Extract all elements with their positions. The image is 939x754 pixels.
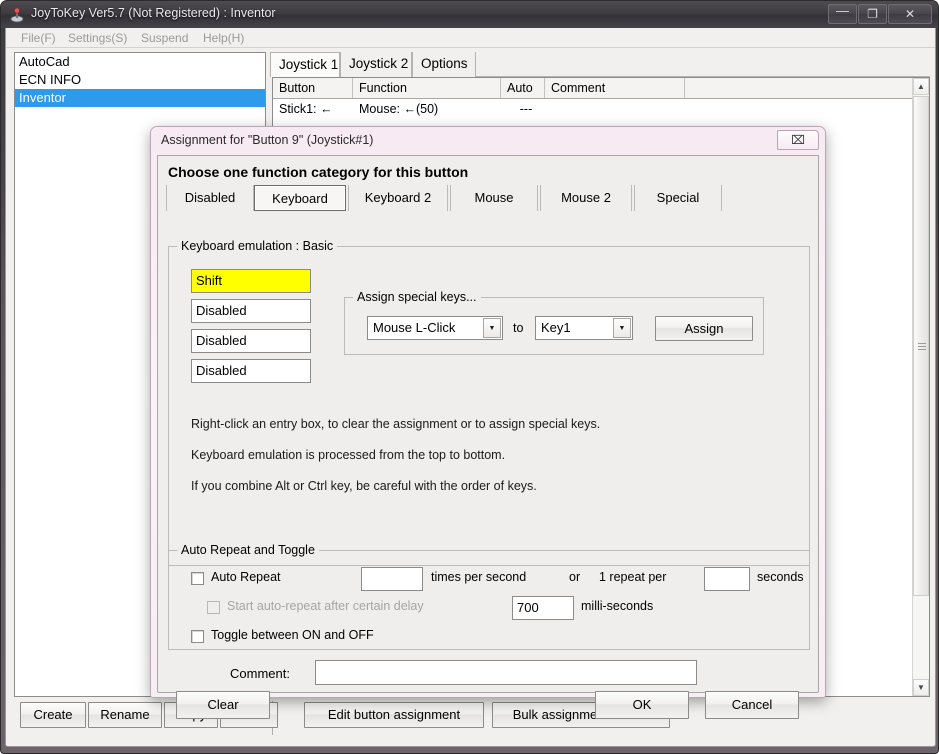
clear-button[interactable]: Clear: [176, 691, 270, 719]
grid-header-blank[interactable]: [685, 78, 913, 98]
minimize-button[interactable]: —: [828, 3, 857, 24]
auto-repeat-rate-input[interactable]: [361, 567, 423, 591]
tab-joystick-1[interactable]: Joystick 1: [270, 52, 340, 77]
keyboard-emulation-group: Keyboard emulation : Basic Shift Disabled…: [168, 239, 810, 566]
milli-seconds-label: milli-seconds: [581, 599, 654, 613]
joystick-tab-strip: Joystick 1 Joystick 2 Options: [270, 52, 930, 77]
close-button[interactable]: ✕: [888, 4, 932, 24]
menu-item-settings-s[interactable]: Settings(S): [63, 30, 132, 46]
keyboard-entry-4[interactable]: Disabled: [191, 359, 311, 383]
menu-item-help-h[interactable]: Help(H): [198, 30, 249, 46]
keyboard-entry-1[interactable]: Shift: [191, 269, 311, 293]
seconds-input[interactable]: [704, 567, 750, 591]
special-key-source-value: Mouse L-Click: [373, 320, 456, 335]
grid-row[interactable]: Stick1: ← Mouse: ←(50) ---: [273, 99, 929, 120]
minimize-icon: —: [836, 3, 849, 18]
dialog-close-button[interactable]: ⌧: [777, 130, 819, 150]
assign-button[interactable]: Assign: [655, 316, 753, 341]
joystick-icon: [10, 7, 24, 23]
scroll-down-icon[interactable]: ▼: [913, 679, 929, 696]
grid-header-function[interactable]: Function: [353, 78, 501, 98]
tab-options[interactable]: Options: [412, 52, 476, 77]
cancel-button[interactable]: Cancel: [705, 691, 799, 719]
dialog-heading: Choose one function category for this bu…: [168, 164, 469, 180]
scrollbar-thumb[interactable]: [913, 96, 929, 596]
scroll-up-icon[interactable]: ▲: [913, 78, 929, 95]
menu-item-file-f[interactable]: File(F): [16, 30, 61, 46]
create-button[interactable]: Create: [20, 702, 86, 728]
comment-input[interactable]: [315, 660, 697, 685]
edit-button-assignment-button[interactable]: Edit button assignment: [304, 702, 484, 728]
function-category-tabs: Disabled Keyboard Keyboard 2 Mouse Mouse 2 Sp…: [166, 185, 812, 212]
keyboard-entry-2[interactable]: Disabled: [191, 299, 311, 323]
auto-repeat-legend: Auto Repeat and Toggle: [177, 543, 319, 557]
special-key-target-value: Key1: [541, 320, 571, 335]
special-key-source-select[interactable]: Mouse L-Click ▼: [367, 316, 503, 340]
grid-header-auto[interactable]: Auto: [501, 78, 545, 98]
toggle-label: Toggle between ON and OFF: [211, 628, 374, 642]
tab-joystick-2[interactable]: Joystick 2: [340, 52, 412, 77]
category-tab-keyboard-2[interactable]: Keyboard 2: [348, 185, 448, 211]
toggle-checkbox[interactable]: [191, 630, 204, 643]
category-tab-special[interactable]: Special: [634, 185, 722, 211]
auto-repeat-checkbox[interactable]: [191, 572, 204, 585]
window-title: JoyToKey Ver5.7 (Not Registered) : Inven…: [31, 6, 276, 20]
grid-header-comment[interactable]: Comment: [545, 78, 685, 98]
start-delay-input[interactable]: 700: [512, 596, 574, 620]
comment-label: Comment:: [230, 666, 290, 681]
category-tab-disabled[interactable]: Disabled: [166, 185, 254, 211]
grid-header-button[interactable]: Button: [273, 78, 353, 98]
to-label: to: [513, 321, 524, 335]
rename-button[interactable]: Rename: [88, 702, 162, 728]
close-icon: ✕: [904, 7, 916, 21]
scrollbar-grip-icon: [918, 343, 926, 350]
maximize-icon: ❐: [867, 7, 878, 21]
seconds-label: seconds: [757, 570, 804, 584]
auto-repeat-group: Auto Repeat and Toggle Auto Repeat times…: [168, 543, 810, 650]
keyboard-emulation-legend: Keyboard emulation : Basic: [177, 239, 338, 253]
grid-header-row: Button Function Auto Comment: [273, 78, 929, 99]
keyboard-hint-3: If you combine Alt or Ctrl key, be caref…: [191, 479, 537, 493]
category-tab-mouse-2[interactable]: Mouse 2: [540, 185, 632, 211]
profile-list-item[interactable]: Inventor: [15, 89, 265, 107]
dialog-title-bar: Assignment for "Button 9" (Joystick#1) ⌧: [151, 127, 825, 155]
grid-cell-auto: ---: [519, 102, 533, 116]
maximize-button[interactable]: ❐: [858, 4, 887, 24]
special-key-target-select[interactable]: Key1 ▼: [535, 316, 633, 340]
grid-vertical-scrollbar[interactable]: ▲ ▼: [912, 78, 929, 696]
profile-list-item[interactable]: AutoCad: [15, 53, 265, 71]
keyboard-entry-3[interactable]: Disabled: [191, 329, 311, 353]
dialog-close-icon: ⌧: [791, 133, 805, 147]
keyboard-hint-1: Right-click an entry box, to clear the a…: [191, 417, 601, 431]
chevron-down-icon[interactable]: ▼: [483, 318, 501, 338]
one-repeat-per-label: 1 repeat per: [599, 570, 667, 584]
grid-body[interactable]: Stick1: ← Mouse: ←(50) ---: [273, 99, 929, 120]
ok-button[interactable]: OK: [595, 691, 689, 719]
start-delay-label: Start auto-repeat after certain delay: [227, 599, 424, 613]
dialog-body: Choose one function category for this bu…: [157, 155, 819, 719]
keyboard-hint-2: Keyboard emulation is processed from the…: [191, 448, 506, 462]
or-label: or: [569, 570, 581, 584]
auto-repeat-label: Auto Repeat: [211, 570, 281, 584]
chevron-down-icon[interactable]: ▼: [613, 318, 631, 338]
grid-cell-function: Mouse: ←(50): [359, 102, 439, 116]
category-tab-mouse[interactable]: Mouse: [450, 185, 538, 211]
grid-cell-comment: [545, 99, 685, 120]
times-per-second-label: times per second: [431, 570, 527, 584]
grid-cell-button: Stick1: ←: [279, 102, 333, 116]
start-delay-checkbox[interactable]: [207, 601, 220, 614]
button-assignment-dialog: Assignment for "Button 9" (Joystick#1) ⌧…: [150, 126, 826, 719]
profile-list-item[interactable]: ECN INFO: [15, 71, 265, 89]
dialog-title: Assignment for "Button 9" (Joystick#1): [161, 133, 374, 147]
menu-item-suspend[interactable]: Suspend: [136, 30, 193, 46]
assign-special-keys-group: Assign special keys... Mouse L-Click ▼ t…: [344, 290, 764, 355]
menu-bar: File(F) Settings(S) Suspend Help(H): [6, 28, 935, 48]
assign-special-keys-legend: Assign special keys...: [353, 290, 481, 304]
category-tab-keyboard[interactable]: Keyboard: [254, 185, 346, 211]
title-bar: JoyToKey Ver5.7 (Not Registered) : Inven…: [1, 1, 938, 28]
